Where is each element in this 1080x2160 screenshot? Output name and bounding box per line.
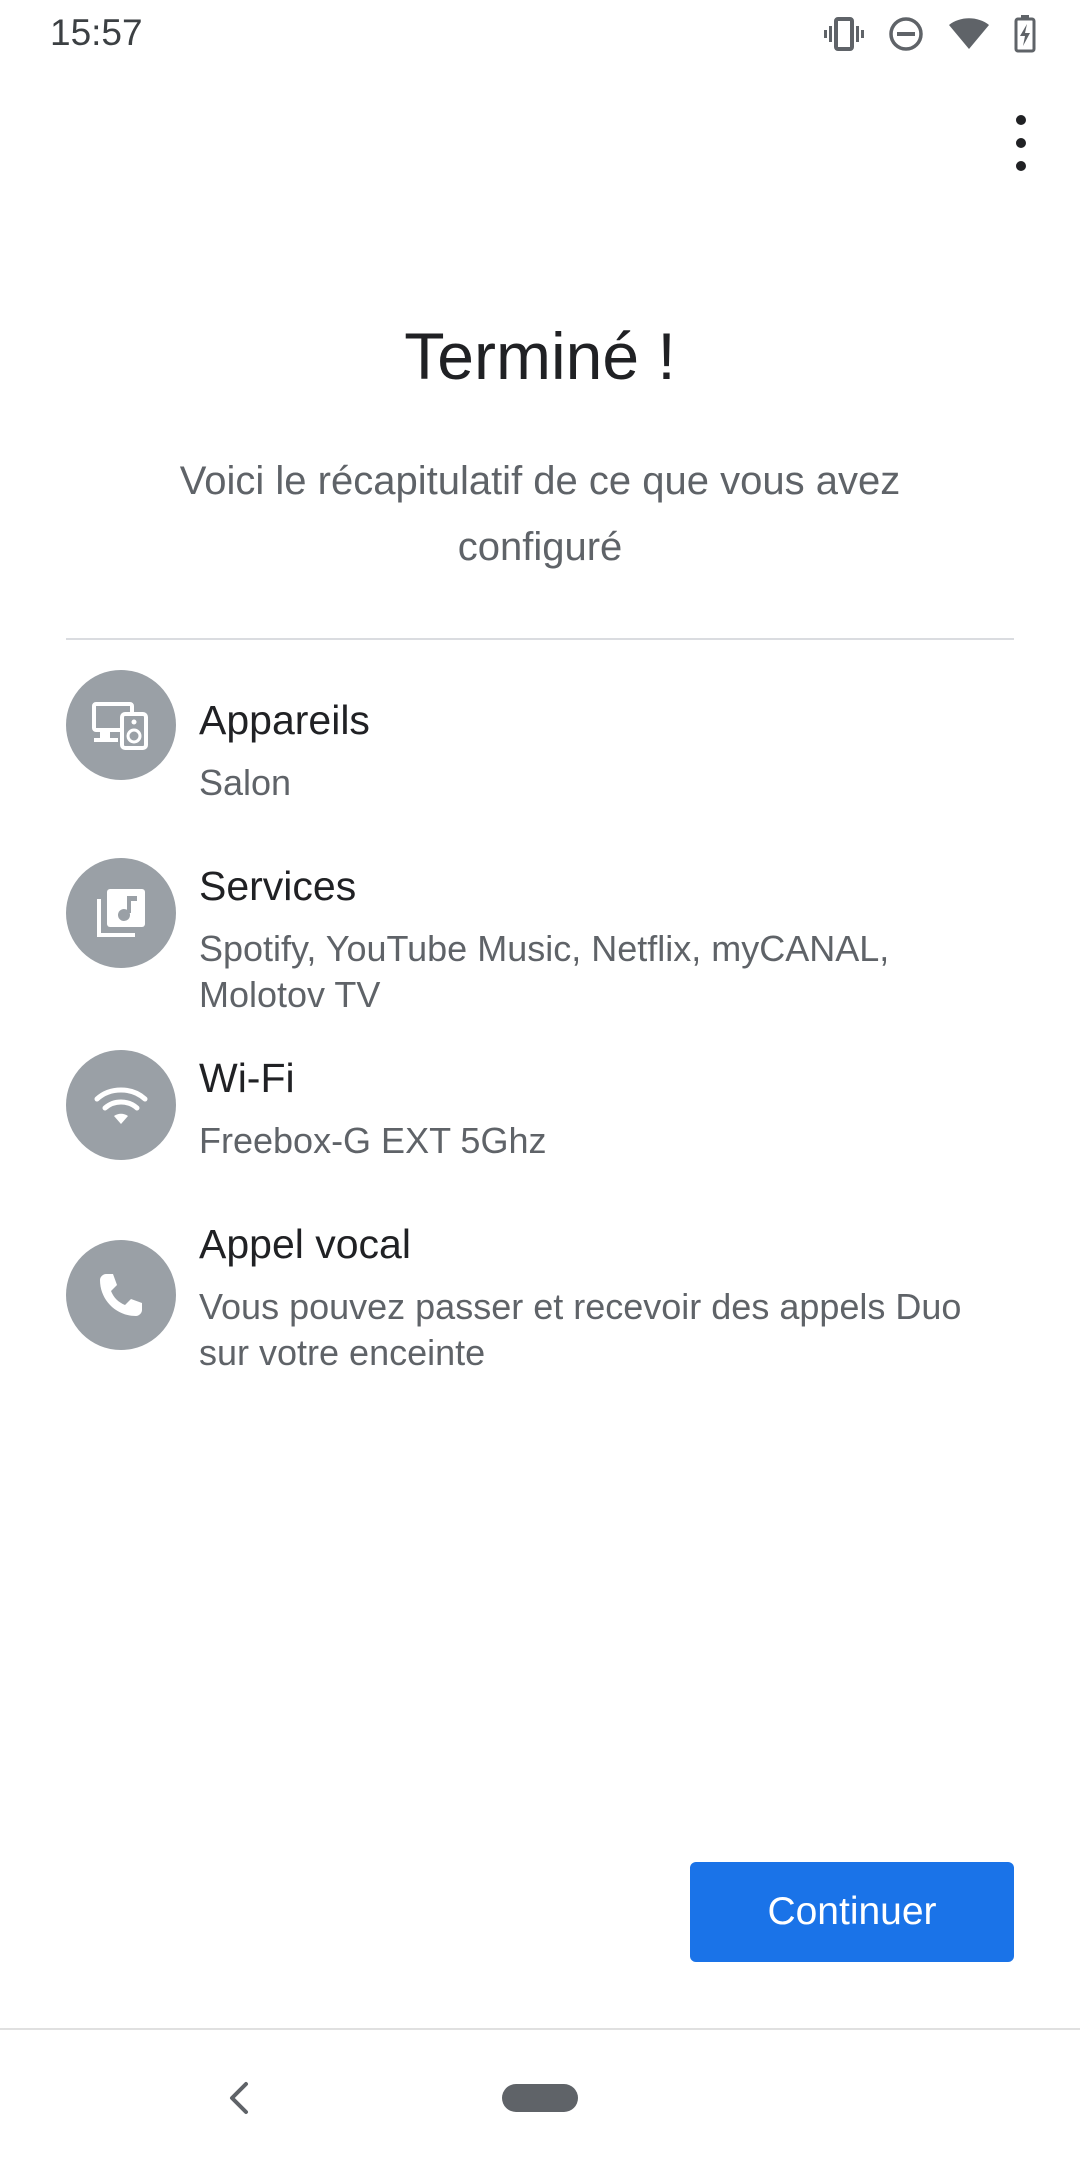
summary-item-text: Services Spotify, YouTube Music, Netflix… <box>199 858 1014 1018</box>
divider <box>66 638 1014 640</box>
page-subtitle: Voici le récapitulatif de ce que vous av… <box>179 459 901 569</box>
summary-item-title: Services <box>199 863 357 909</box>
summary-item-title: Wi-Fi <box>199 1055 295 1101</box>
summary-item-title: Appareils <box>199 697 370 743</box>
summary-item-text: Wi-Fi Freebox-G EXT 5Ghz <box>199 1050 1014 1164</box>
more-vert-dot <box>1016 161 1026 171</box>
status-time: 15:57 <box>50 12 143 53</box>
setup-summary-screen: 15:57 Terminé ! Voici le récapitulatif d… <box>0 0 1080 2160</box>
back-icon[interactable] <box>222 2080 258 2116</box>
vibrate-icon <box>824 16 864 52</box>
overflow-menu-button[interactable] <box>1006 115 1036 171</box>
summary-item-text: Appareils Salon <box>199 692 1014 806</box>
battery-charging-icon <box>1014 15 1036 53</box>
status-bar: 15:57 <box>0 0 1080 70</box>
page-title: Terminé ! <box>404 319 676 393</box>
system-nav-bar <box>0 2030 1080 2160</box>
wifi-icon <box>948 17 990 51</box>
summary-item-text: Appel vocal Vous pouvez passer et recevo… <box>199 1216 1014 1376</box>
summary-item-title: Appel vocal <box>199 1221 411 1267</box>
more-vert-dot <box>1016 138 1026 148</box>
more-vert-dot <box>1016 115 1026 125</box>
wifi-icon <box>66 1050 176 1160</box>
status-icons <box>824 14 1036 54</box>
do-not-disturb-icon <box>888 16 924 52</box>
summary-item-subtitle: Freebox-G EXT 5Ghz <box>199 1120 547 1161</box>
phone-icon <box>66 1240 176 1350</box>
summary-item-subtitle: Vous pouvez passer et recevoir des appel… <box>199 1286 962 1373</box>
home-pill[interactable] <box>502 2084 578 2112</box>
summary-item-subtitle: Spotify, YouTube Music, Netflix, myCANAL… <box>199 928 890 1015</box>
devices-icon <box>66 670 176 780</box>
summary-item-subtitle: Salon <box>199 762 292 803</box>
continue-button[interactable]: Continuer <box>690 1862 1014 1962</box>
music-library-icon <box>66 858 176 968</box>
